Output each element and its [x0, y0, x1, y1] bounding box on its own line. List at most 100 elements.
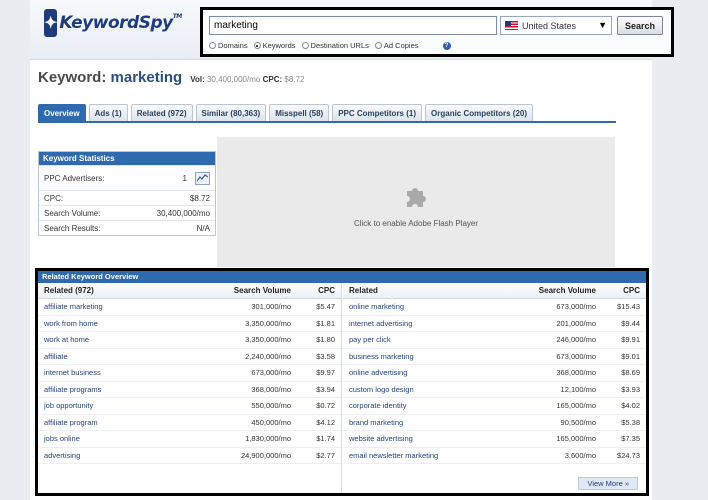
search-volume-cell: 301,000/mo: [251, 302, 291, 312]
search-volume-cell: 165,000/mo: [556, 434, 596, 444]
radio-destination-urls[interactable]: Destination URLs: [301, 41, 369, 50]
search-volume-cell: 3,350,000/mo: [245, 335, 291, 345]
tab-ppc-competitors[interactable]: PPC Competitors (1): [332, 104, 423, 121]
keyword-link[interactable]: affiliate program: [38, 418, 197, 427]
header: ✦ KeywordSpyTM United States ▼ Search Do…: [30, 0, 674, 60]
keyword-link[interactable]: job opportunity: [38, 401, 197, 410]
cpc-cell: $1.74: [316, 434, 335, 444]
cpc-cell: $5.47: [316, 302, 335, 312]
country-select[interactable]: United States ▼: [500, 16, 612, 35]
stat-row: Search Volume: 30,400,000/mo: [39, 205, 215, 220]
spy-logo-icon: ✦: [44, 9, 58, 37]
logo-text-keyword: Keyword: [59, 13, 139, 33]
table-row: advertising 24,900,000/mo $2.77: [38, 448, 341, 464]
keyword-link[interactable]: affiliate: [38, 352, 197, 361]
keyword-link[interactable]: affiliate programs: [38, 385, 197, 394]
keyword-link[interactable]: internet advertising: [343, 319, 502, 328]
table-header: Related (972) Search Volume CPC: [38, 283, 341, 299]
tab-organic-competitors[interactable]: Organic Competitors (20): [425, 104, 534, 121]
stat-row: CPC: $8.72: [39, 190, 215, 205]
radio-dot[interactable]: [301, 42, 309, 49]
keyword-link[interactable]: pay per click: [343, 335, 502, 344]
radio-label: Domains: [218, 41, 248, 50]
cpc-cell: $24.73: [617, 450, 640, 460]
search-volume-cell: 550,000/mo: [251, 401, 291, 411]
keyword-link[interactable]: email newsletter marketing: [343, 451, 502, 460]
panel-title: Keyword Statistics: [39, 152, 215, 165]
country-label: United States: [522, 20, 577, 31]
header-search-volume[interactable]: Search Volume: [197, 286, 297, 295]
stat-label: CPC:: [44, 193, 64, 203]
us-flag-icon: [505, 21, 518, 30]
radio-dot[interactable]: [374, 42, 382, 49]
stat-value: $8.72: [189, 193, 210, 203]
tab-ads[interactable]: Ads (1): [88, 104, 128, 121]
radio-dot[interactable]: [253, 42, 261, 49]
stat-row: Search Results: N/A: [39, 220, 215, 235]
table-row: online marketing 673,000/mo $15.43: [343, 299, 646, 316]
stat-label: Search Volume:: [44, 208, 101, 218]
header-related[interactable]: Related: [343, 286, 502, 295]
table-row: custom logo design 12,100/mo $3.93: [343, 382, 646, 398]
keyword-link[interactable]: online marketing: [343, 302, 502, 311]
tab-bar: Overview Ads (1) Related (972) Similar (…: [38, 104, 534, 121]
keyword-link[interactable]: custom logo design: [343, 385, 502, 394]
search-volume-cell: 24,900,000/mo: [240, 450, 291, 460]
cpc-cell: $8.69: [621, 368, 640, 378]
search-input[interactable]: [209, 16, 497, 35]
radio-domains[interactable]: Domains: [209, 41, 248, 50]
trend-chart-icon[interactable]: [195, 171, 210, 185]
cpc-cell: $0.72: [316, 401, 335, 411]
related-right-table: Related Search Volume CPC online marketi…: [343, 283, 646, 493]
flash-placeholder[interactable]: Click to enable Adobe Flash Player: [217, 137, 615, 267]
view-more-button[interactable]: View More »: [578, 477, 638, 490]
search-volume-cell: 165,000/mo: [556, 401, 596, 411]
search-volume-cell: 201,000/mo: [556, 318, 596, 328]
keyword-link[interactable]: website advertising: [343, 434, 502, 443]
header-cpc[interactable]: CPC: [297, 286, 341, 295]
related-left-table: Related (972) Search Volume CPC affiliat…: [38, 283, 342, 493]
search-box: United States ▼ Search Domains Keywords …: [200, 7, 674, 57]
keyword-meta: Vol: 30,400,000/mo CPC: $8.72: [190, 75, 304, 84]
table-row: affiliate program 450,000/mo $4.12: [38, 415, 341, 431]
keyword-link[interactable]: internet business: [38, 368, 197, 377]
search-volume-cell: 368,000/mo: [251, 384, 291, 394]
stat-label: Search Results:: [44, 223, 101, 233]
vol-label: Vol:: [190, 75, 205, 84]
cpc-cell: $2.77: [316, 450, 335, 460]
tab-related[interactable]: Related (972): [130, 104, 193, 121]
keywordspy-logo[interactable]: ✦ KeywordSpyTM: [44, 6, 182, 40]
tab-underline: [38, 121, 616, 123]
keyword-link[interactable]: jobs online: [38, 434, 197, 443]
search-volume-cell: 673,000/mo: [251, 368, 291, 378]
radio-dot[interactable]: [209, 42, 216, 49]
tab-misspell[interactable]: Misspell (58): [269, 104, 330, 121]
keyword-link[interactable]: online advertising: [343, 368, 502, 377]
keyword-link[interactable]: affiliate marketing: [38, 302, 197, 311]
radio-keywords[interactable]: Keywords: [253, 41, 296, 50]
header-search-volume[interactable]: Search Volume: [502, 286, 602, 295]
cpc-cell: $9.01: [621, 351, 640, 361]
search-volume-cell: 90,500/mo: [560, 417, 596, 427]
header-cpc[interactable]: CPC: [602, 286, 646, 295]
keyword-link[interactable]: business marketing: [343, 352, 502, 361]
radio-ad-copies[interactable]: Ad Copies: [374, 41, 419, 50]
header-related[interactable]: Related (972): [38, 286, 197, 295]
cpc-cell: $9.91: [621, 335, 640, 345]
help-icon[interactable]: ?: [442, 41, 451, 50]
table-header: Related Search Volume CPC: [343, 283, 646, 299]
search-type-radios: Domains Keywords Destination URLs Ad Cop…: [209, 41, 451, 50]
keyword-link[interactable]: brand marketing: [343, 418, 502, 427]
search-button[interactable]: Search: [617, 16, 663, 35]
cpc-cell: $3.58: [316, 351, 335, 361]
keyword-link[interactable]: corporate identity: [343, 401, 502, 410]
search-volume-cell: 3,350,000/mo: [245, 318, 291, 328]
table-row: affiliate marketing 301,000/mo $5.47: [38, 299, 341, 316]
table-row: corporate identity 165,000/mo $4.02: [343, 398, 646, 415]
keyword-link[interactable]: work from home: [38, 319, 197, 328]
keyword-link[interactable]: advertising: [38, 451, 197, 460]
keyword-link[interactable]: work at home: [38, 335, 197, 344]
table-row: work from home 3,350,000/mo $1.81: [38, 316, 341, 332]
tab-overview[interactable]: Overview: [38, 104, 86, 121]
tab-similar[interactable]: Similar (80,363): [195, 104, 267, 121]
